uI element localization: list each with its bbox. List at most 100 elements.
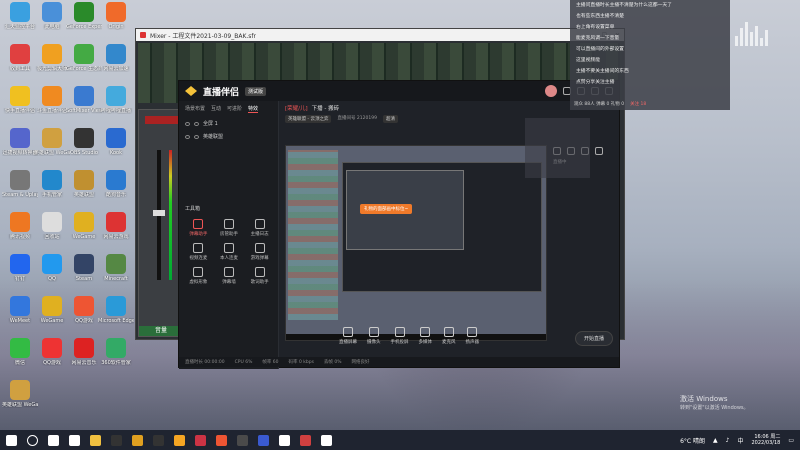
source-control-button[interactable]: 摄像头 <box>367 327 381 345</box>
desktop-icon[interactable]: WeMeet <box>2 296 38 324</box>
taskbar-app-icon[interactable] <box>174 434 185 446</box>
desktop-icon[interactable]: 英雄联盟 WeGame版 <box>2 380 38 408</box>
danmaku-chat-overlay[interactable]: 主播问直播时长主播不清楚为什么这都一天了 也有些东西主播不清楚 右上角有设置菜单 能麦… <box>570 0 730 110</box>
desktop-icon[interactable]: QQ游戏 <box>66 296 102 324</box>
lock-icon[interactable] <box>194 121 199 126</box>
taskbar-app-icon[interactable] <box>279 434 290 446</box>
tool-button[interactable]: 弹幕墙 <box>214 267 245 285</box>
desktop-icon[interactable]: 极光剪辑大师 <box>34 44 70 72</box>
desktop-icon[interactable]: 汇天监控平台 <box>2 2 38 30</box>
tool-button[interactable]: 弹幕助手 <box>183 219 214 237</box>
desktop-icon[interactable]: Steam <box>66 254 102 282</box>
desktop-icon[interactable]: Minecraft <box>98 254 134 282</box>
desktop-icon[interactable]: 斗鱼直播伴侣 <box>34 86 70 114</box>
stream-preview[interactable]: 礼物的面部画中标位~ <box>285 145 547 341</box>
desktop-icon[interactable]: 腾讯视频 <box>2 212 38 240</box>
tab-可进阶[interactable]: 可进阶 <box>227 105 242 113</box>
desktop-icon[interactable]: 哔哩哔哩直播 <box>98 86 134 114</box>
tool-button[interactable]: 歌词助手 <box>244 267 275 285</box>
desktop-icon[interactable]: 360软件管家 <box>98 338 134 366</box>
desktop-icon[interactable]: 此电脑 <box>34 2 70 30</box>
tab-特效[interactable]: 特效 <box>248 105 259 113</box>
source-control-button[interactable]: 手机投屏 <box>391 327 409 345</box>
desktop-icon[interactable]: WeGame <box>34 296 70 324</box>
tool-button[interactable]: 本人连麦 <box>214 243 245 261</box>
desktop-icon[interactable]: QQ游戏 <box>34 338 70 366</box>
tool-label: 视频连麦 <box>189 256 208 261</box>
desktop-icon[interactable]: Microsoft Edge <box>98 296 134 324</box>
desktop-icon[interactable]: 钉钉 <box>2 254 38 282</box>
volume-icon[interactable]: ♪ <box>726 437 730 444</box>
desktop-icon[interactable]: 酷狗音乐 <box>98 170 134 198</box>
eye-icon[interactable] <box>185 134 190 139</box>
tab-场景布置[interactable]: 场景布置 <box>185 105 205 113</box>
start-icon[interactable] <box>6 434 17 446</box>
tool-button[interactable]: 视频连麦 <box>183 243 214 261</box>
desktop-icon[interactable]: WeGame <box>66 212 102 240</box>
taskbar-app-icon[interactable] <box>258 434 269 446</box>
desktop-icon[interactable]: QQ <box>34 254 70 282</box>
desktop-icon[interactable]: Steam & Uplay <box>2 170 38 198</box>
scene-item[interactable]: 英雄联盟 <box>179 130 278 143</box>
source-control-button[interactable]: 直播屏幕 <box>339 327 357 345</box>
mixer-title-bar[interactable]: Mixer - 工程文件2021-03-09_BAK.sfr — ☐ ✕ <box>136 29 624 41</box>
desktop-icon[interactable]: 网易云加速 <box>98 44 134 72</box>
taskbar-app-icon[interactable] <box>237 434 248 446</box>
taskbar-app-icon[interactable] <box>90 434 101 446</box>
taskbar-app-icon[interactable] <box>321 434 332 446</box>
taskbar-app-icon[interactable] <box>132 434 143 446</box>
desktop-icon[interactable]: 迅捷视频转换器 <box>2 128 38 156</box>
taskbar-app-icon[interactable] <box>195 434 206 446</box>
tool-button[interactable]: 虚拟形象 <box>183 267 214 285</box>
search-icon[interactable] <box>27 434 38 446</box>
source-control-button[interactable]: 扬声器 <box>466 327 479 345</box>
taskbar-app-icon[interactable] <box>48 434 59 446</box>
desktop-icon[interactable]: GeForce 生态商城 <box>66 44 102 72</box>
tool-button[interactable]: 房管助手 <box>214 219 245 237</box>
desktop-icon[interactable]: SoftMixer ViewKey <box>66 86 102 114</box>
side-panel-icon[interactable] <box>595 147 603 155</box>
source-control-button[interactable]: 麦克风 <box>442 327 456 345</box>
avatar[interactable] <box>545 85 557 97</box>
tool-button[interactable]: 主播日志 <box>244 219 275 237</box>
desktop-icon[interactable]: 英雄联盟 <box>66 170 102 198</box>
taskbar-app-icon[interactable] <box>216 434 227 446</box>
taskbar-app-icon[interactable] <box>69 434 80 446</box>
stream-category[interactable]: 英雄联盟 - 云顶之弈 <box>285 115 332 123</box>
desktop-icon[interactable]: 快手直播伴侣 <box>2 86 38 114</box>
desktop-icon[interactable]: GeForce Experience <box>66 2 102 30</box>
desktop-icon[interactable]: 收到工具 <box>2 44 38 72</box>
tab-互动[interactable]: 互动 <box>211 105 221 113</box>
fader-knob[interactable] <box>153 210 165 216</box>
desktop-icon[interactable]: 网易云游戏 <box>98 212 134 240</box>
taskbar-app-icon[interactable] <box>153 434 164 446</box>
mute-button[interactable] <box>145 116 179 124</box>
desktop-icon[interactable]: Kook <box>98 128 134 156</box>
desktop-icon-label: 英雄联盟 WeGame版 <box>34 150 70 156</box>
network-icon[interactable]: ▲ <box>713 437 718 444</box>
taskbar-app-icon[interactable] <box>300 434 311 446</box>
tool-button[interactable]: 游戏弹幕 <box>244 243 275 261</box>
desktop-icon[interactable]: 回收站 <box>34 212 70 240</box>
eye-icon[interactable] <box>185 121 190 126</box>
desktop-icon-label: 回收站 <box>44 234 60 240</box>
notification-icon[interactable]: ▭ <box>788 437 794 444</box>
desktop-app-icon <box>10 254 30 274</box>
desktop-icon[interactable]: 网易云音乐 <box>66 338 102 366</box>
desktop-icon[interactable]: 微信 <box>2 338 38 366</box>
go-live-button[interactable]: 开始直播 <box>574 331 613 346</box>
scene-item[interactable]: 全屏 1 <box>179 117 278 130</box>
stream-title[interactable]: 下播 - 搬砖 <box>312 104 339 112</box>
clock[interactable]: 16:06 周二 2022/03/18 <box>752 434 781 446</box>
desktop-icon[interactable]: 英雄联盟 WeGame版 <box>34 128 70 156</box>
taskbar-app-icon[interactable] <box>111 434 122 446</box>
lock-icon[interactable] <box>194 134 199 139</box>
weather-widget[interactable]: 6°C 晴朗 <box>680 436 705 445</box>
desktop-icon[interactable]: OBS Studio <box>66 128 102 156</box>
status-item: 网络良好 <box>351 360 370 365</box>
quality-badge[interactable]: 超清 <box>382 115 398 123</box>
desktop-icon[interactable]: Origin <box>98 2 134 30</box>
source-control-button[interactable]: 多媒体 <box>419 327 432 345</box>
input-language[interactable]: 中 <box>737 436 743 445</box>
desktop-icon[interactable]: 手机管家 <box>34 170 70 198</box>
